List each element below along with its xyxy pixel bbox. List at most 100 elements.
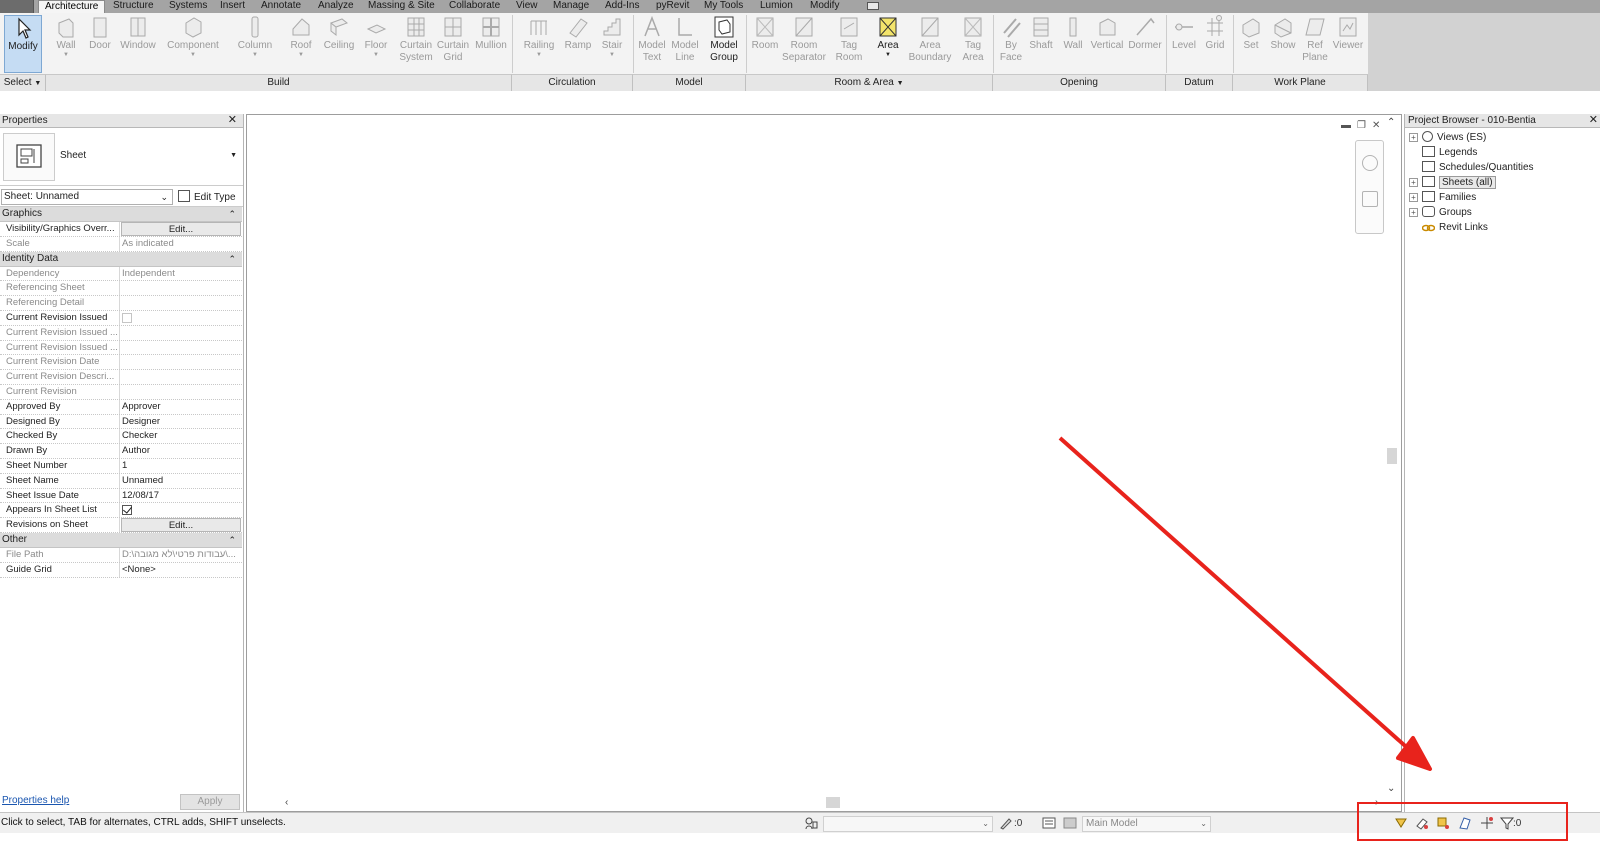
ceiling-button[interactable]: Ceiling — [322, 15, 356, 73]
property-edit-button[interactable]: Edit... — [121, 518, 241, 532]
tab-lumion[interactable]: Lumion — [760, 0, 793, 13]
room-button[interactable]: Room — [750, 15, 780, 73]
tag-area-button[interactable]: Tag Area — [958, 15, 988, 73]
curtain-grid-button[interactable]: Curtain Grid — [436, 15, 470, 73]
minimize-view-icon[interactable]: ▬ — [1341, 120, 1351, 131]
application-menu-button[interactable] — [0, 0, 34, 13]
design-option-dropdown[interactable]: Main Model ⌄ — [1082, 816, 1211, 832]
vertical-opening-button[interactable]: Vertical — [1088, 15, 1126, 73]
restore-view-icon[interactable]: ❐ — [1357, 120, 1366, 131]
tab-add-ins[interactable]: Add-Ins — [605, 0, 639, 13]
instance-filter-dropdown[interactable]: Sheet: Unnamed ⌄ — [1, 189, 173, 205]
viewer-button[interactable]: Viewer — [1331, 15, 1365, 73]
property-checkbox[interactable] — [122, 505, 132, 516]
tree-node-views[interactable]: + Views (ES) — [1409, 131, 1486, 145]
property-edit-button[interactable]: Edit... — [121, 222, 241, 236]
editable-only-icon[interactable] — [999, 816, 1013, 830]
workset-dropdown[interactable]: ⌄ — [823, 816, 993, 832]
dormer-button[interactable]: Dormer — [1127, 15, 1163, 73]
property-group-header[interactable]: Identity Data ⌃ — [0, 251, 242, 267]
property-value[interactable]: Unnamed — [120, 474, 242, 488]
wall-opening-button[interactable]: Wall — [1060, 15, 1086, 73]
close-icon[interactable]: ✕ — [1589, 114, 1598, 127]
tab-manage[interactable]: Manage — [553, 0, 589, 13]
model-group-button[interactable]: Model Group — [705, 15, 743, 73]
show-workplane-button[interactable]: Show — [1268, 15, 1298, 73]
expand-icon[interactable]: + — [1409, 178, 1418, 187]
curtain-system-button[interactable]: Curtain System — [398, 15, 434, 73]
tree-node-schedules[interactable]: Schedules/Quantities — [1409, 161, 1534, 175]
property-group-header[interactable]: Graphics ⌃ — [0, 207, 242, 222]
chevron-down-icon[interactable]: ▼ — [230, 152, 237, 159]
by-face-button[interactable]: By Face — [998, 15, 1024, 73]
shaft-button[interactable]: Shaft — [1027, 15, 1055, 73]
tree-node-legends[interactable]: Legends — [1409, 146, 1477, 160]
set-workplane-button[interactable]: Set — [1238, 15, 1264, 73]
modify-button[interactable]: Modify — [4, 15, 42, 73]
tab-view[interactable]: View — [516, 0, 538, 13]
scroll-left-icon[interactable]: ‹ — [285, 797, 288, 808]
window-button[interactable]: Window — [119, 15, 157, 73]
floor-button[interactable]: Floor ▼ — [363, 15, 389, 73]
tab-massing-site[interactable]: Massing & Site — [368, 0, 435, 13]
tab-systems[interactable]: Systems — [169, 0, 207, 13]
scroll-up-icon[interactable]: ⌃ — [1387, 117, 1395, 128]
roof-button[interactable]: Roof ▼ — [288, 15, 314, 73]
component-button[interactable]: Component ▼ — [165, 15, 221, 73]
property-group-header[interactable]: Other ⌃ — [0, 532, 242, 548]
model-line-button[interactable]: Model Line — [670, 15, 700, 73]
tab-analyze[interactable]: Analyze — [318, 0, 354, 13]
tab-collaborate[interactable]: Collaborate — [449, 0, 500, 13]
tab-pyrevit[interactable]: pyRevit — [656, 0, 689, 13]
door-button[interactable]: Door — [87, 15, 113, 73]
stair-button[interactable]: Stair ▼ — [598, 15, 626, 73]
collapse-icon[interactable]: ⌃ — [228, 207, 236, 221]
type-selector[interactable]: Sheet ▼ — [0, 128, 243, 186]
expand-icon[interactable]: + — [1409, 193, 1418, 202]
ramp-button[interactable]: Ramp — [562, 15, 594, 73]
expand-icon[interactable]: + — [1409, 133, 1418, 142]
property-value[interactable]: Checker — [120, 429, 242, 443]
tree-node-groups[interactable]: + Groups — [1409, 206, 1472, 220]
wall-button[interactable]: Wall ▼ — [52, 15, 80, 73]
tree-node-revit-links[interactable]: Revit Links — [1409, 221, 1488, 235]
property-value[interactable]: 12/08/17 — [120, 489, 242, 503]
vertical-scrollbar-thumb[interactable] — [1387, 448, 1397, 464]
tab-architecture[interactable]: Architecture — [38, 0, 106, 13]
column-button[interactable]: Column ▼ — [237, 15, 273, 73]
close-icon[interactable]: ✕ — [228, 114, 237, 127]
property-value[interactable]: 1 — [120, 459, 242, 473]
design-options-icon[interactable] — [1042, 816, 1056, 830]
tab-insert[interactable]: Insert — [220, 0, 245, 13]
close-view-icon[interactable]: ✕ — [1372, 120, 1380, 131]
area-boundary-button[interactable]: Area Boundary — [908, 15, 952, 73]
grid-button[interactable]: Grid — [1202, 15, 1228, 73]
collapse-icon[interactable]: ⌃ — [228, 533, 236, 547]
apply-button[interactable]: Apply — [180, 794, 240, 810]
model-text-button[interactable]: Model Text — [637, 15, 667, 73]
property-value[interactable]: Approver — [120, 400, 242, 414]
worksharing-icon[interactable] — [804, 816, 818, 830]
edit-type-button[interactable]: Edit Type — [178, 190, 236, 203]
property-value[interactable]: Author — [120, 444, 242, 458]
panel-room-area[interactable]: Room & Area ▼ — [746, 74, 993, 91]
tree-node-families[interactable]: + Families — [1409, 191, 1476, 205]
tab-my-tools[interactable]: My Tools — [704, 0, 743, 13]
railing-button[interactable]: Railing ▼ — [521, 15, 557, 73]
tab-modify[interactable]: Modify — [810, 0, 839, 13]
room-separator-button[interactable]: Room Separator — [782, 15, 826, 73]
tab-annotate[interactable]: Annotate — [261, 0, 301, 13]
active-design-option-icon[interactable] — [1063, 816, 1077, 830]
zoom-icon[interactable] — [1362, 191, 1378, 207]
tag-room-button[interactable]: Tag Room — [834, 15, 864, 73]
collapse-icon[interactable]: ⌃ — [228, 252, 236, 266]
property-value[interactable]: <None> — [120, 563, 242, 577]
ref-plane-button[interactable]: Ref Plane — [1301, 15, 1329, 73]
steering-wheel-icon[interactable] — [1362, 155, 1378, 171]
expand-icon[interactable]: + — [1409, 208, 1418, 217]
ribbon-minimize-icon[interactable] — [867, 2, 879, 10]
properties-help-link[interactable]: Properties help — [2, 795, 69, 806]
horizontal-scrollbar-thumb[interactable] — [826, 797, 840, 808]
tab-structure[interactable]: Structure — [113, 0, 154, 13]
property-value[interactable]: Designer — [120, 415, 242, 429]
